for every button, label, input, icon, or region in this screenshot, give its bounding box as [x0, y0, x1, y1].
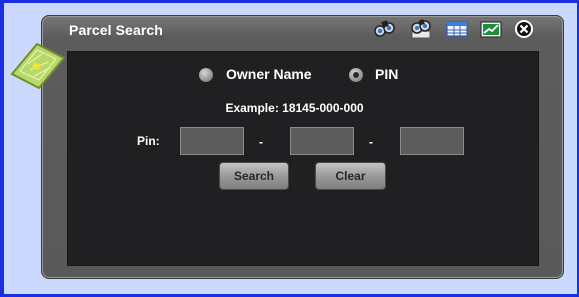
- owner-name-radio[interactable]: [199, 68, 213, 82]
- binoculars-icon[interactable]: [374, 19, 396, 39]
- pin-separator: -: [369, 135, 373, 149]
- pin-example-text: Example: 18145-000-000: [225, 101, 364, 115]
- pin-field-2[interactable]: [290, 127, 354, 155]
- close-icon[interactable]: [513, 19, 535, 39]
- search-button[interactable]: Search: [219, 162, 289, 190]
- pin-radio[interactable]: [349, 68, 363, 82]
- chart-icon[interactable]: [480, 19, 502, 39]
- pin-radio-label[interactable]: PIN: [375, 66, 398, 82]
- pin-field-1[interactable]: [180, 127, 244, 155]
- pin-field-3[interactable]: [400, 127, 464, 155]
- search-mode-group: Owner Name PIN: [0, 66, 579, 84]
- window-title: Parcel Search: [69, 22, 163, 38]
- clear-button[interactable]: Clear: [315, 162, 386, 190]
- owner-name-label[interactable]: Owner Name: [226, 66, 312, 82]
- table-icon[interactable]: [446, 19, 468, 39]
- pin-separator: -: [259, 135, 263, 149]
- pin-label: Pin:: [137, 134, 160, 148]
- binoculars-map-icon[interactable]: [410, 19, 432, 39]
